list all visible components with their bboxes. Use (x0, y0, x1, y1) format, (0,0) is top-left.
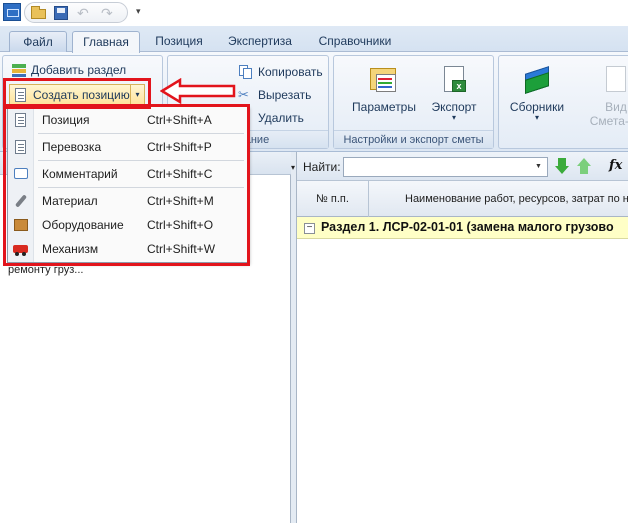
params-label: Параметры (352, 100, 416, 114)
redo-icon[interactable]: ↷ (101, 6, 117, 20)
ribbon-group-settings: Параметры x Экспорт ▾ Настройки и экспор… (333, 55, 494, 149)
books-icon (521, 64, 553, 96)
find-next-icon[interactable] (555, 158, 569, 174)
ribbon-tabbar: Файл Главная Позиция Экспертиза Справочн… (0, 26, 628, 53)
tab-home[interactable]: Главная (72, 31, 140, 53)
export-label: Экспорт (431, 100, 477, 114)
find-previous-icon[interactable] (577, 158, 591, 174)
open-folder-icon[interactable] (31, 6, 47, 20)
save-icon[interactable] (53, 6, 69, 20)
splitter-dropdown-icon[interactable]: ▾ (291, 163, 295, 172)
export-button[interactable]: x Экспорт ▾ (424, 64, 484, 122)
collections-button[interactable]: Сборники ▾ (505, 64, 569, 122)
document-icon (600, 64, 628, 96)
app-icon[interactable] (3, 3, 21, 21)
export-excel-icon: x (438, 64, 470, 96)
copy-icon (238, 64, 254, 80)
view-label: Вид (605, 100, 627, 114)
add-section-icon (11, 62, 27, 78)
grid-column-header: № п.п. Наименование работ, ресурсов, зат… (297, 181, 628, 217)
column-number-header[interactable]: № п.п. (297, 181, 369, 217)
copy-button[interactable]: Копировать (238, 64, 323, 80)
ribbon-group-collections: Сборники ▾ Вид Смета-20 (498, 55, 628, 149)
tab-references[interactable]: Справочники (310, 31, 400, 52)
smeta-label: Смета-20 (589, 114, 628, 128)
cut-label: Вырезать (258, 88, 312, 102)
customize-toolbar-icon[interactable]: ▾ (136, 6, 141, 17)
find-input[interactable] (343, 157, 548, 177)
undo-icon[interactable]: ↶ (77, 6, 93, 20)
callout-arrow-icon (160, 78, 236, 104)
collections-label: Сборники (509, 100, 565, 114)
section-row-title: Раздел 1. ЛСР-02-01-01 (замена малого гр… (321, 220, 614, 234)
find-label: Найти: (303, 160, 341, 174)
export-dropdown-icon: ▾ (451, 113, 456, 122)
add-section-label: Добавить раздел (31, 63, 127, 77)
column-name-header[interactable]: Наименование работ, ресурсов, затрат по … (405, 181, 628, 217)
tab-expertise[interactable]: Экспертиза (220, 31, 300, 52)
params-icon (368, 64, 400, 96)
callout-box-menu (3, 104, 250, 266)
add-section-button[interactable]: Добавить раздел (11, 62, 126, 78)
delete-label: Удалить (258, 111, 304, 125)
quick-access-toolbar: ↶ ↷ ▾ (0, 0, 628, 26)
tab-position[interactable]: Позиция (148, 31, 210, 52)
section-row[interactable]: − Раздел 1. ЛСР-02-01-01 (замена малого … (297, 217, 628, 239)
tab-file[interactable]: Файл (9, 31, 67, 52)
collections-dropdown-icon: ▾ (534, 113, 539, 122)
scissors-icon: ✂ (238, 87, 249, 102)
find-bar: Найти: ▼ fx (297, 152, 628, 181)
params-button[interactable]: Параметры (344, 64, 424, 114)
find-dropdown-icon[interactable]: ▼ (535, 163, 542, 170)
cut-button[interactable]: ✂ Вырезать (238, 87, 311, 103)
quick-access-group: ↶ ↷ (24, 2, 128, 23)
settings-group-caption: Настройки и экспорт сметы (334, 130, 493, 148)
view-smeta-button[interactable]: Вид Смета-20 (581, 64, 628, 128)
estimate-grid-panel: Найти: ▼ fx № п.п. Наименование работ, р… (297, 152, 628, 523)
formula-icon[interactable]: fx (609, 158, 622, 173)
collapse-icon[interactable]: − (304, 223, 315, 234)
copy-label: Копировать (258, 65, 323, 79)
